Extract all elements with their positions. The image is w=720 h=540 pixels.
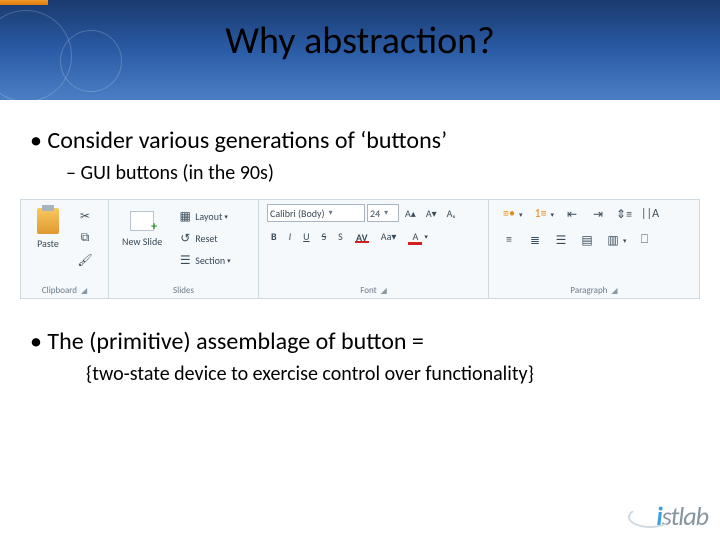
ribbon-group-clipboard: Paste ✂ ⧉ 🖌 Clipboard ◢	[21, 200, 109, 298]
section-icon: ☰	[177, 252, 193, 268]
font-size-value: 24	[370, 207, 380, 220]
scissors-icon: ✂	[77, 208, 93, 224]
reset-label: Reset	[195, 232, 217, 245]
font-group-label: Font	[360, 285, 376, 296]
align-text-icon: ⎕	[637, 232, 653, 248]
chevron-down-icon: ▾	[329, 208, 333, 218]
font-name-value: Calibri (Body)	[270, 207, 325, 220]
text-shadow-button[interactable]: S	[334, 228, 347, 245]
italic-icon: I	[289, 230, 292, 243]
text-direction-button[interactable]: ||A	[638, 204, 662, 224]
clipboard-icon	[34, 207, 62, 235]
cut-button[interactable]: ✂	[73, 206, 97, 226]
justify-button[interactable]: ▤	[575, 230, 599, 250]
dialog-launcher-icon[interactable]: ◢	[81, 286, 87, 296]
underline-icon: U	[303, 230, 309, 243]
new-slide-button[interactable]: New Slide	[117, 204, 167, 250]
ribbon-group-slides: New Slide ▦Layout▾ ↺Reset ☰Section▾ Slid…	[109, 200, 259, 298]
columns-icon: ▥	[605, 232, 621, 248]
brand-logo: istlab	[656, 500, 708, 532]
grow-font-button[interactable]: A▴	[401, 205, 420, 222]
columns-button[interactable]: ▥▾	[601, 230, 631, 250]
align-right-button[interactable]: ☰	[549, 230, 573, 250]
copy-button[interactable]: ⧉	[73, 228, 97, 248]
change-case-button[interactable]: Aa▾	[377, 228, 401, 245]
shadow-icon: S	[338, 230, 343, 243]
font-name-combo[interactable]: Calibri (Body) ▾	[267, 204, 365, 222]
indent-icon: ⇥	[590, 206, 606, 222]
italic-button[interactable]: I	[285, 228, 296, 245]
bullet-block-2: The (primitive) assemblage of button = {…	[0, 309, 720, 386]
increase-indent-button[interactable]: ⇥	[586, 204, 610, 224]
numbering-icon: 1≡	[533, 206, 549, 222]
section-label: Section	[195, 254, 225, 267]
strike-icon: S	[322, 230, 327, 243]
copy-icon: ⧉	[77, 230, 93, 246]
paintbrush-icon: 🖌	[77, 252, 93, 268]
ribbon-group-font: Calibri (Body) ▾ 24 ▾ A▴ A▾ Aₓ B I U S S A…	[259, 200, 489, 298]
numbering-button[interactable]: 1≡▾	[529, 204, 559, 224]
new-slide-label: New Slide	[122, 237, 162, 247]
line-spacing-icon: ⇕≡	[616, 206, 632, 222]
layout-button[interactable]: ▦Layout▾	[173, 206, 234, 226]
slide-header: Why abstraction?	[0, 0, 720, 100]
align-left-icon: ≡	[501, 232, 517, 248]
align-center-button[interactable]: ≣	[523, 230, 547, 250]
align-center-icon: ≣	[527, 232, 543, 248]
strike-button[interactable]: S	[318, 228, 331, 245]
shrink-font-icon: A▾	[426, 207, 437, 220]
layout-label: Layout	[195, 210, 222, 223]
slide-title: Why abstraction?	[0, 18, 720, 64]
shrink-font-button[interactable]: A▾	[422, 205, 441, 222]
bullets-icon: ≡•	[501, 206, 517, 222]
justify-icon: ▤	[579, 232, 595, 248]
bold-button[interactable]: B	[267, 228, 281, 245]
reset-icon: ↺	[177, 230, 193, 246]
eraser-icon: Aₓ	[447, 207, 456, 220]
char-spacing-button[interactable]: AV	[351, 229, 373, 245]
bullet-block-1: Consider various generations of ‘buttons…	[0, 100, 720, 185]
font-color-icon: A	[408, 230, 422, 243]
new-slide-icon	[128, 207, 156, 235]
slides-group-label: Slides	[173, 285, 194, 296]
section-button[interactable]: ☰Section▾	[173, 250, 234, 270]
font-color-button[interactable]: A▾	[404, 228, 432, 245]
change-case-icon: Aa▾	[381, 230, 397, 243]
text-direction-icon: ||A	[642, 206, 658, 222]
outdent-icon: ⇤	[564, 206, 580, 222]
align-text-button[interactable]: ⎕	[633, 230, 657, 250]
format-painter-button[interactable]: 🖌	[73, 250, 97, 270]
align-right-icon: ☰	[553, 232, 569, 248]
dialog-launcher-icon[interactable]: ◢	[381, 286, 387, 296]
font-size-combo[interactable]: 24 ▾	[367, 204, 399, 222]
clear-formatting-button[interactable]: Aₓ	[443, 205, 460, 222]
reset-button[interactable]: ↺Reset	[173, 228, 234, 248]
decrease-indent-button[interactable]: ⇤	[560, 204, 584, 224]
office-ribbon: Paste ✂ ⧉ 🖌 Clipboard ◢ New Slide ▦Layout…	[20, 199, 700, 299]
align-left-button[interactable]: ≡	[497, 230, 521, 250]
ribbon-group-paragraph: ≡•▾ 1≡▾ ⇤ ⇥ ⇕≡ ||A ≡ ≣ ☰ ▤ ▥▾ ⎕ Paragrap…	[489, 200, 699, 298]
paragraph-group-label: Paragraph	[570, 285, 607, 296]
bullet-gui: GUI buttons (in the 90s)	[66, 161, 690, 185]
bullet-consider: Consider various generations of ‘buttons…	[30, 126, 690, 155]
grow-font-icon: A▴	[405, 207, 416, 220]
chevron-down-icon: ▾	[384, 208, 388, 218]
assemblage-bullet: The (primitive) assemblage of button =	[30, 327, 690, 356]
paste-label: Paste	[37, 237, 59, 250]
assemblage-definition: {two-state device to exercise control ov…	[86, 362, 690, 386]
bold-icon: B	[271, 230, 277, 243]
ribbon-active-tab-indicator	[0, 0, 48, 5]
clipboard-group-label: Clipboard	[42, 285, 77, 296]
char-spacing-icon: AV	[355, 231, 369, 243]
bullets-button[interactable]: ≡•▾	[497, 204, 527, 224]
dialog-launcher-icon[interactable]: ◢	[611, 286, 617, 296]
layout-icon: ▦	[177, 208, 193, 224]
line-spacing-button[interactable]: ⇕≡	[612, 204, 636, 224]
underline-button[interactable]: U	[299, 228, 313, 245]
paste-button[interactable]: Paste	[29, 204, 67, 253]
